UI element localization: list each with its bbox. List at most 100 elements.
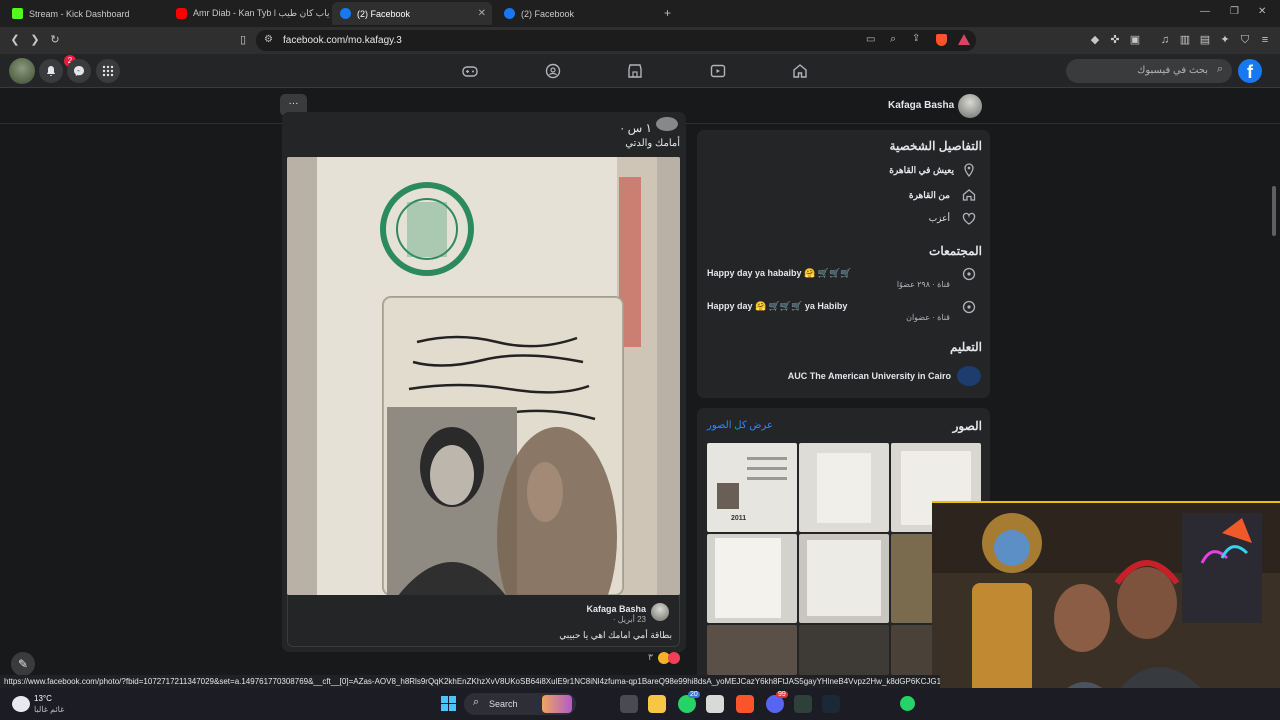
photo-thumb-9[interactable]: [891, 625, 933, 675]
search-placeholder: بحث في فيسبوك: [1137, 65, 1208, 76]
whatsapp-tray-icon[interactable]: [900, 696, 915, 711]
location-pin-icon: [964, 163, 974, 177]
wallet-icon[interactable]: ▤: [1198, 33, 1212, 47]
see-all-photos-link[interactable]: عرض كل الصور: [707, 420, 773, 431]
taskbar-search[interactable]: ⌕ Search: [464, 693, 576, 715]
extension-diamond-icon[interactable]: ◆: [1088, 33, 1102, 47]
notifications-button[interactable]: [39, 59, 63, 83]
comment-text: بطاقة أمي امامك اهي يا حبيبي: [559, 630, 672, 640]
education-text[interactable]: AUC The American University in Cairo: [760, 371, 951, 381]
brave-rewards-icon[interactable]: [958, 34, 970, 45]
extensions-icon[interactable]: ✜: [1108, 33, 1122, 47]
close-tab-icon[interactable]: ✕: [478, 8, 486, 19]
steam-icon[interactable]: [822, 695, 840, 713]
photos-title: الصور: [952, 419, 982, 433]
whatsapp-badge: 20: [688, 691, 700, 698]
menu-icon[interactable]: ≡: [1258, 33, 1272, 47]
communities-title: المجتمعات: [929, 244, 982, 258]
windows-taskbar: 13°C غائم غالبا ⌕ Search 20 99: [0, 688, 1280, 720]
tab-youtube[interactable]: Amr Diab - Kan Tyb l دياب كان طيب: [168, 2, 330, 25]
photo-thumb-8[interactable]: [799, 625, 889, 675]
minimize-icon[interactable]: —: [1200, 6, 1210, 17]
weather-icon[interactable]: [12, 696, 30, 712]
comment-author[interactable]: Kafaga Basha: [540, 604, 646, 614]
profile-avatar[interactable]: [958, 94, 982, 118]
user-avatar[interactable]: [9, 58, 35, 84]
back-icon[interactable]: ❮: [8, 33, 22, 47]
document-image: [817, 453, 871, 523]
bookmark-icon[interactable]: ▯: [236, 33, 250, 47]
comment-author-avatar[interactable]: [651, 603, 669, 621]
post-caption: أمامك والدتي: [625, 138, 680, 149]
menu-button[interactable]: [96, 59, 120, 83]
address-bar[interactable]: ⚙ facebook.com/mo.kafagy.3 ▭ ⌕ ⇪: [256, 30, 976, 51]
community-meta-1: قناة · ٢٩٨ عضوًا: [896, 280, 950, 289]
tab-facebook-active[interactable]: (2) Facebook ✕: [332, 2, 492, 25]
photo-thumb-7[interactable]: [707, 625, 797, 675]
id-card-photo-image: [287, 157, 680, 595]
marketplace-icon[interactable]: [627, 63, 643, 79]
brave-shield-icon[interactable]: [936, 34, 947, 46]
gaming-icon[interactable]: [462, 63, 478, 79]
tab-label: Stream - Kick Dashboard: [29, 8, 130, 19]
taskbar-search-label: Search: [489, 699, 518, 709]
windows-start-icon[interactable]: [441, 696, 456, 711]
photo-thumb-2[interactable]: [799, 443, 889, 532]
photo-thumb-1[interactable]: 2011: [707, 443, 797, 532]
vpn-icon[interactable]: ⛉: [1238, 33, 1252, 47]
page-scrollbar-thumb[interactable]: [1272, 186, 1276, 236]
new-message-button[interactable]: ✎: [11, 652, 35, 676]
tab-kick-dashboard[interactable]: Stream - Kick Dashboard: [4, 2, 166, 25]
facebook-icon: [340, 8, 351, 19]
photo-thumb-4[interactable]: [707, 534, 797, 623]
id-photo-image: [717, 483, 739, 509]
grid-menu-icon: [102, 65, 114, 77]
snipping-tool-icon[interactable]: [706, 695, 724, 713]
close-window-icon[interactable]: ✕: [1258, 6, 1266, 17]
document-image: [807, 540, 881, 616]
zoom-icon[interactable]: ⌕: [890, 33, 896, 46]
post-author-avatar[interactable]: [656, 117, 678, 131]
new-tab-button[interactable]: +: [664, 6, 671, 20]
lives-in-text[interactable]: يعيش في القاهرة: [760, 165, 954, 176]
task-view-icon[interactable]: [620, 695, 638, 713]
facebook-icon: [504, 8, 515, 19]
post-photo[interactable]: [287, 157, 680, 595]
auc-logo[interactable]: [957, 366, 981, 386]
forward-icon[interactable]: ❯: [28, 33, 42, 47]
cast-icon[interactable]: ▭: [866, 34, 875, 45]
photo-thumb-5[interactable]: [799, 534, 889, 623]
post-time: ١ س ·: [620, 121, 652, 135]
obs-app-icon[interactable]: [794, 695, 812, 713]
file-explorer-icon[interactable]: [648, 695, 666, 713]
groups-icon[interactable]: [545, 63, 561, 79]
wallet-extension-icon[interactable]: ▣: [1128, 33, 1142, 47]
details-title: التفاصيل الشخصية: [889, 139, 982, 153]
community-name-1[interactable]: Happy day ya habaiby 🤗 🛒🛒🛒: [707, 268, 947, 279]
site-info-icon[interactable]: ⚙: [264, 34, 273, 45]
facebook-logo[interactable]: f: [1238, 59, 1262, 83]
leo-ai-icon[interactable]: ✦: [1218, 33, 1232, 47]
maximize-icon[interactable]: ❐: [1230, 6, 1239, 17]
weather-temp[interactable]: 13°C: [34, 694, 52, 703]
share-icon[interactable]: ⇪: [912, 33, 920, 44]
sidebar-icon[interactable]: ▥: [1178, 33, 1192, 47]
reaction-count[interactable]: ٣: [648, 652, 653, 663]
community-name-2[interactable]: Happy day 🤗 🛒🛒🛒 ya Habiby: [707, 301, 947, 312]
messenger-button[interactable]: [67, 59, 91, 83]
channel-icon: [962, 267, 976, 281]
love-reaction-icon[interactable]: [668, 652, 680, 664]
kick-logo-icon: [12, 8, 23, 19]
media-icon[interactable]: ♫: [1158, 33, 1172, 47]
video-icon[interactable]: [710, 63, 726, 79]
reload-icon[interactable]: ↻: [48, 33, 62, 47]
browser-toolbar: ❮ ❯ ↻ ▯ ⚙ facebook.com/mo.kafagy.3 ▭ ⌕ ⇪…: [0, 27, 1280, 54]
home-icon[interactable]: [792, 63, 808, 79]
facebook-search-input[interactable]: بحث في فيسبوك ⌕: [1066, 59, 1232, 83]
profile-name[interactable]: Kafaga Basha: [888, 100, 954, 111]
from-text[interactable]: من القاهرة: [760, 190, 950, 201]
brave-browser-icon[interactable]: [736, 695, 754, 713]
photo-thumb-6[interactable]: [891, 534, 933, 623]
tab-facebook[interactable]: (2) Facebook: [496, 2, 656, 25]
comment-date[interactable]: 23 أبريل ·: [540, 615, 646, 624]
